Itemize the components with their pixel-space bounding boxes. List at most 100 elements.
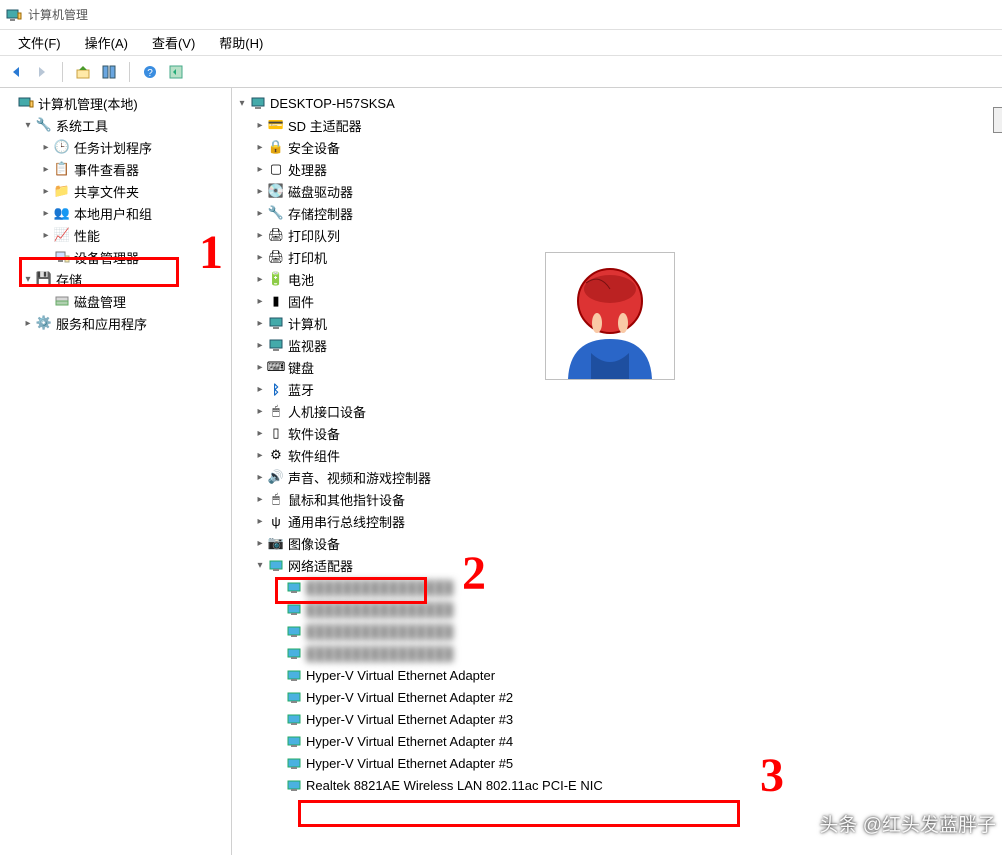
expander-icon[interactable] <box>252 425 268 441</box>
left-tree-pane[interactable]: 计算机管理(本地) 🔧 系统工具 🕒 任务计划程序 📋 事件查看器 📁 共享文件 <box>0 88 232 855</box>
network-adapter-item[interactable]: Realtek 8821AE Wireless LAN 802.11ac PCI… <box>232 774 1002 796</box>
right-side-tab[interactable] <box>993 107 1002 133</box>
expander-icon[interactable] <box>252 293 268 309</box>
menu-action[interactable]: 操作(A) <box>73 29 140 56</box>
expander-icon[interactable] <box>252 337 268 353</box>
menu-view[interactable]: 查看(V) <box>140 29 207 56</box>
refresh-button[interactable] <box>164 60 188 84</box>
category-usb[interactable]: ψ 通用串行总线控制器 <box>232 510 1002 532</box>
usb-icon: ψ <box>268 513 284 529</box>
expander-icon[interactable] <box>20 271 36 287</box>
expander-icon[interactable] <box>38 205 54 221</box>
shared-folders[interactable]: 📁 共享文件夹 <box>0 180 231 202</box>
expander-icon[interactable] <box>252 117 268 133</box>
expander-icon[interactable] <box>252 447 268 463</box>
expander-icon[interactable] <box>20 117 36 133</box>
event-icon: 📋 <box>54 161 70 177</box>
hid-icon: 🖱 <box>268 403 284 419</box>
app-icon <box>6 7 22 23</box>
category-software_components[interactable]: ⚙ 软件组件 <box>232 444 1002 466</box>
computer-mgmt-icon <box>18 95 34 111</box>
network-adapter-item[interactable]: ████████████████ <box>232 598 1002 620</box>
category-hid[interactable]: 🖱 人机接口设备 <box>232 400 1002 422</box>
network-adapter-item[interactable]: Hyper-V Virtual Ethernet Adapter #2 <box>232 686 1002 708</box>
software_devices-icon: ▯ <box>268 425 284 441</box>
menu-help[interactable]: 帮助(H) <box>207 29 275 56</box>
expander-icon[interactable] <box>20 315 36 331</box>
right-tree-pane[interactable]: DESKTOP-H57SKSA 💳 SD 主适配器 🔒 安全设备 ▢ 处理器 💽… <box>232 88 1002 855</box>
mice-icon: 🖱 <box>268 491 284 507</box>
avatar-overlay <box>545 252 675 380</box>
expander-icon[interactable] <box>252 315 268 331</box>
expander-icon[interactable] <box>252 271 268 287</box>
storage-icon: 💾 <box>36 271 52 287</box>
task-scheduler[interactable]: 🕒 任务计划程序 <box>0 136 231 158</box>
expander-icon[interactable] <box>252 161 268 177</box>
system-tools[interactable]: 🔧 系统工具 <box>0 114 231 136</box>
category-bluetooth[interactable]: ᛒ 蓝牙 <box>232 378 1002 400</box>
category-mice[interactable]: 🖱 鼠标和其他指针设备 <box>232 488 1002 510</box>
expander-icon[interactable] <box>252 139 268 155</box>
expander-icon[interactable] <box>252 381 268 397</box>
expander-icon[interactable] <box>234 95 250 111</box>
category-sd_host[interactable]: 💳 SD 主适配器 <box>232 114 1002 136</box>
category-software_devices[interactable]: ▯ 软件设备 <box>232 422 1002 444</box>
network-adapter-item[interactable]: ████████████████ <box>232 642 1002 664</box>
category-sound[interactable]: 🔊 声音、视频和游戏控制器 <box>232 466 1002 488</box>
expander-icon[interactable] <box>252 403 268 419</box>
expander-icon[interactable] <box>252 513 268 529</box>
device-manager[interactable]: 设备管理器 <box>0 246 231 268</box>
network-adapter-item[interactable]: Hyper-V Virtual Ethernet Adapter #4 <box>232 730 1002 752</box>
local-users[interactable]: 👥 本地用户和组 <box>0 202 231 224</box>
network-adapter-item[interactable]: Hyper-V Virtual Ethernet Adapter #5 <box>232 752 1002 774</box>
category-imaging[interactable]: 📷 图像设备 <box>232 532 1002 554</box>
monitors-icon <box>268 337 284 353</box>
tree-root[interactable]: 计算机管理(本地) <box>0 92 231 114</box>
network-adapter-item[interactable]: ████████████████ <box>232 576 1002 598</box>
expander-icon[interactable] <box>252 557 268 573</box>
network-adapter-item[interactable]: Hyper-V Virtual Ethernet Adapter #3 <box>232 708 1002 730</box>
forward-button[interactable] <box>30 60 54 84</box>
expander-icon[interactable] <box>38 227 54 243</box>
category-network-adapters[interactable]: 网络适配器 <box>232 554 1002 576</box>
properties-button[interactable] <box>97 60 121 84</box>
expander-icon[interactable] <box>38 139 54 155</box>
menubar: 文件(F) 操作(A) 查看(V) 帮助(H) <box>0 30 1002 56</box>
expander-icon[interactable] <box>252 249 268 265</box>
category-storage_controllers[interactable]: 🔧 存储控制器 <box>232 202 1002 224</box>
performance[interactable]: 📈 性能 <box>0 224 231 246</box>
content-area: 计算机管理(本地) 🔧 系统工具 🕒 任务计划程序 📋 事件查看器 📁 共享文件 <box>0 88 1002 855</box>
firmware-icon: ▮ <box>268 293 284 309</box>
window-title: 计算机管理 <box>28 6 88 23</box>
services-apps[interactable]: ⚙️ 服务和应用程序 <box>0 312 231 334</box>
network-adapter-item[interactable]: Hyper-V Virtual Ethernet Adapter <box>232 664 1002 686</box>
software_components-icon: ⚙ <box>268 447 284 463</box>
tools-icon: 🔧 <box>36 117 52 133</box>
category-security_devices[interactable]: 🔒 安全设备 <box>232 136 1002 158</box>
nic-icon <box>286 623 302 639</box>
menu-file[interactable]: 文件(F) <box>6 29 73 56</box>
expander-icon[interactable] <box>252 469 268 485</box>
device-root[interactable]: DESKTOP-H57SKSA <box>232 92 1002 114</box>
event-viewer[interactable]: 📋 事件查看器 <box>0 158 231 180</box>
back-button[interactable] <box>4 60 28 84</box>
category-disk_drives[interactable]: 💽 磁盘驱动器 <box>232 180 1002 202</box>
up-button[interactable] <box>71 60 95 84</box>
nic-icon <box>286 579 302 595</box>
expander-icon[interactable] <box>252 491 268 507</box>
network-adapter-item[interactable]: ████████████████ <box>232 620 1002 642</box>
expander-icon[interactable] <box>252 227 268 243</box>
expander-icon[interactable] <box>252 183 268 199</box>
perf-icon: 📈 <box>54 227 70 243</box>
disk-mgmt[interactable]: 磁盘管理 <box>0 290 231 312</box>
expander-icon[interactable] <box>252 359 268 375</box>
category-print_queues[interactable]: 🖨 打印队列 <box>232 224 1002 246</box>
category-processors[interactable]: ▢ 处理器 <box>232 158 1002 180</box>
expander-icon[interactable] <box>252 205 268 221</box>
clock-icon: 🕒 <box>54 139 70 155</box>
expander-icon[interactable] <box>38 161 54 177</box>
help-button[interactable]: ? <box>138 60 162 84</box>
expander-icon[interactable] <box>38 183 54 199</box>
expander-icon[interactable] <box>252 535 268 551</box>
storage[interactable]: 💾 存储 <box>0 268 231 290</box>
